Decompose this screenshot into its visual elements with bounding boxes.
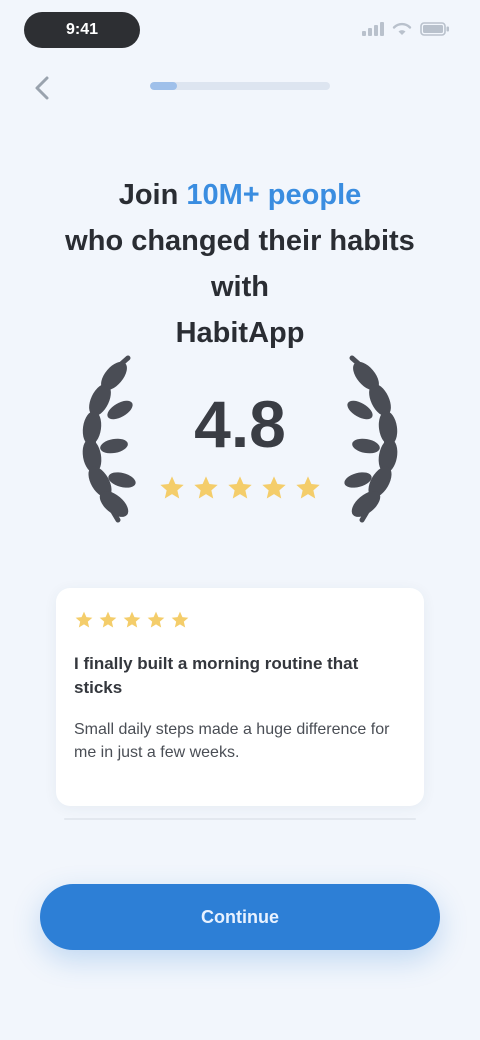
onboarding-progress-bar <box>150 82 330 90</box>
rating-value: 4.8 <box>194 387 286 461</box>
headline: Join 10M+ people who changed their habit… <box>40 172 440 356</box>
review-title: I finally built a morning routine that s… <box>74 654 359 697</box>
continue-button[interactable]: Continue <box>40 884 440 950</box>
headline-accent: 10M+ people <box>186 179 362 211</box>
star-icon <box>228 476 252 499</box>
status-icons <box>362 22 450 36</box>
progress-fill <box>150 82 177 90</box>
review-stars <box>74 610 406 630</box>
review-body: Small daily steps made a huge difference… <box>74 721 390 761</box>
rating-block: 4.8 <box>70 350 410 530</box>
star-icon <box>262 476 286 499</box>
chevron-left-icon <box>35 76 49 100</box>
top-nav <box>0 66 480 106</box>
star-icon <box>194 476 218 499</box>
star-icon <box>147 611 165 628</box>
review-card: I finally built a morning routine that s… <box>56 588 424 806</box>
star-icon <box>296 476 320 499</box>
battery-icon <box>420 22 449 36</box>
headline-rest: who changed their habits with <box>65 225 415 303</box>
headline-prefix: Join <box>118 179 187 211</box>
star-icon <box>75 611 93 628</box>
back-button[interactable] <box>24 70 60 106</box>
status-time: 9:41 <box>24 12 140 48</box>
star-icon <box>160 476 184 499</box>
app-screen: 9:41 Join 10M+ people who changed their … <box>0 0 480 1040</box>
star-icon <box>99 611 117 628</box>
status-bar: 9:41 <box>0 0 480 60</box>
divider <box>64 818 416 820</box>
star-icon <box>171 611 189 628</box>
signal-icon <box>362 22 384 36</box>
headline-brand: HabitApp <box>175 317 305 349</box>
wifi-icon <box>392 22 412 35</box>
star-icon <box>123 611 141 628</box>
rating-stars <box>70 474 410 502</box>
